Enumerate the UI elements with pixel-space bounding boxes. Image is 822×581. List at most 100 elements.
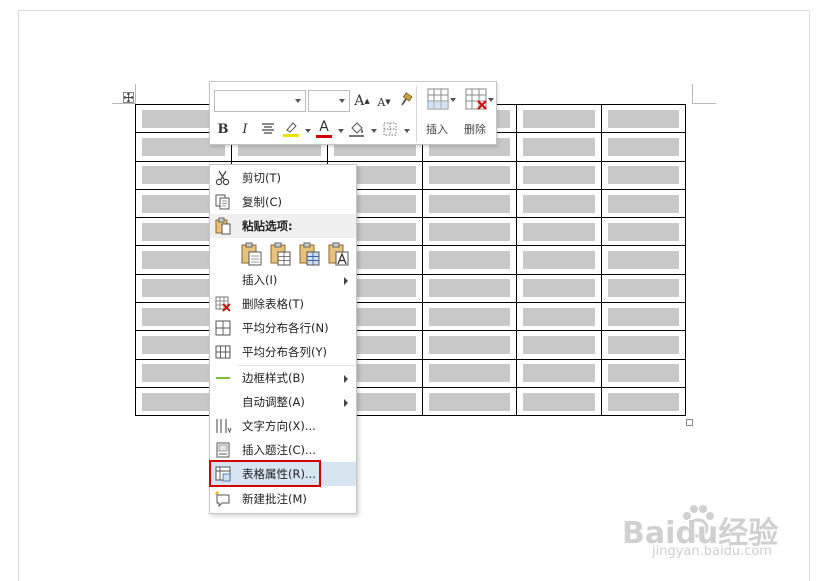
- menu-item-label: 文字方向(X)...: [242, 419, 316, 433]
- cell-shading: [429, 364, 510, 383]
- paste-merge-table-button[interactable]: [298, 241, 322, 267]
- table-cell[interactable]: [516, 330, 602, 360]
- table-cell[interactable]: [422, 302, 517, 332]
- table-cell[interactable]: [601, 160, 686, 190]
- grow-font-button[interactable]: A ▲: [354, 92, 370, 110]
- menu-item-new-comment[interactable]: 新建批注(M): [210, 487, 356, 511]
- cell-shading: [608, 137, 679, 156]
- menu-item-border-styles[interactable]: 边框样式(B): [210, 366, 356, 390]
- cell-shading: [523, 279, 595, 298]
- table-cell[interactable]: [516, 217, 602, 247]
- font-color-icon: A: [319, 119, 329, 135]
- table-cell[interactable]: [601, 273, 686, 304]
- table-cell[interactable]: [422, 217, 517, 247]
- distribute-columns-icon: [215, 345, 231, 359]
- paste-merge-table-icon: [299, 242, 320, 266]
- menu-item-cut[interactable]: 剪切(T): [210, 166, 356, 190]
- menu-item-distribute-rows[interactable]: 平均分布各行(N): [210, 316, 356, 340]
- table-cell[interactable]: [422, 330, 517, 360]
- submenu-arrow-icon: [344, 277, 348, 285]
- table-cell[interactable]: [422, 160, 517, 190]
- table-resize-handle[interactable]: [686, 419, 693, 426]
- table-cell[interactable]: [601, 103, 686, 134]
- cell-shading: [608, 222, 679, 241]
- table-cell[interactable]: [601, 245, 686, 275]
- table-cell[interactable]: [516, 358, 602, 388]
- cell-shading: [429, 392, 510, 411]
- table-cell[interactable]: [516, 273, 602, 304]
- chevron-down-icon[interactable]: [371, 129, 377, 133]
- menu-item-delete-table[interactable]: 删除表格(T): [210, 292, 356, 316]
- table-cell[interactable]: [516, 160, 602, 190]
- cell-shading: [523, 307, 595, 326]
- table-cell[interactable]: [601, 358, 686, 388]
- table-move-handle-icon[interactable]: [123, 92, 134, 103]
- table-cell[interactable]: [422, 188, 517, 219]
- menu-item-copy[interactable]: 复制(C): [210, 190, 356, 214]
- chevron-down-icon[interactable]: [404, 129, 410, 133]
- mini-toolbar: A ▲ A ▼ B I A 插入 删除: [209, 81, 497, 145]
- center-align-icon: [262, 123, 274, 134]
- cell-shading: [608, 392, 679, 411]
- table-cell[interactable]: [422, 358, 517, 388]
- borders-button[interactable]: [382, 120, 398, 138]
- submenu-arrow-icon: [344, 375, 348, 383]
- table-cell[interactable]: [601, 302, 686, 332]
- menu-item-label: 剪切(T): [242, 171, 281, 185]
- paste-icon: [215, 217, 231, 235]
- format-painter-button[interactable]: [396, 91, 414, 109]
- menu-item-distribute-columns[interactable]: 平均分布各列(Y): [210, 340, 356, 364]
- menu-item-text-direction[interactable]: 文字方向(X)...: [210, 414, 356, 438]
- table-cell[interactable]: [422, 273, 517, 304]
- cell-shading: [608, 251, 679, 270]
- watermark-url: jingyan.baidu.com: [652, 544, 772, 559]
- paste-keep-source-button[interactable]: [240, 241, 264, 267]
- table-cell[interactable]: [422, 386, 517, 417]
- cell-shading: [523, 194, 595, 213]
- table-cell[interactable]: [516, 302, 602, 332]
- paste-nest-table-icon: [270, 242, 291, 266]
- cell-shading: [523, 336, 595, 355]
- cell-shading: [429, 251, 510, 270]
- center-align-button[interactable]: [260, 120, 276, 138]
- table-cell[interactable]: [516, 103, 602, 134]
- table-cell[interactable]: [516, 245, 602, 275]
- table-cell[interactable]: [516, 132, 602, 162]
- chevron-down-icon[interactable]: [305, 129, 311, 133]
- shading-button[interactable]: [348, 119, 366, 139]
- shrink-font-icon: A: [377, 95, 386, 109]
- menu-item-insert-caption[interactable]: 插入题注(C)...: [210, 438, 356, 462]
- chevron-down-icon[interactable]: [488, 98, 494, 102]
- table-cell[interactable]: [601, 217, 686, 247]
- font-name-combo[interactable]: [214, 90, 306, 112]
- cell-shading: [429, 166, 510, 185]
- menu-item-autofit[interactable]: 自动调整(A): [210, 390, 356, 414]
- shrink-font-button[interactable]: A ▼: [376, 93, 392, 111]
- italic-icon: I: [242, 121, 248, 137]
- table-cell[interactable]: [422, 245, 517, 275]
- paste-text-only-button[interactable]: [327, 241, 351, 267]
- chevron-down-icon: [339, 99, 345, 103]
- table-cell[interactable]: [516, 386, 602, 417]
- menu-item-insert[interactable]: 插入(I): [210, 268, 356, 292]
- baidu-jingyan-watermark: Baidu经验 jingyan.baidu.com: [622, 505, 782, 568]
- menu-item-label: 粘贴选项:: [242, 219, 293, 233]
- table-cell[interactable]: [601, 188, 686, 219]
- table-cell[interactable]: [601, 386, 686, 417]
- paste-nest-table-button[interactable]: [269, 241, 293, 267]
- chevron-down-icon[interactable]: [338, 129, 344, 133]
- chevron-down-icon: [295, 99, 301, 103]
- italic-button[interactable]: I: [238, 120, 252, 138]
- bold-button[interactable]: B: [216, 120, 230, 138]
- font-size-combo[interactable]: [308, 90, 350, 112]
- highlight-color-button[interactable]: [282, 119, 300, 139]
- chevron-down-icon[interactable]: [450, 98, 456, 102]
- font-color-button[interactable]: A: [316, 119, 332, 139]
- table-cell[interactable]: [516, 188, 602, 219]
- menu-item-label: 删除表格(T): [242, 297, 304, 311]
- bold-icon: B: [217, 121, 229, 137]
- table-cell[interactable]: [601, 330, 686, 360]
- cell-shading: [523, 251, 595, 270]
- table-cell[interactable]: [601, 132, 686, 162]
- paste-text-only-icon: [328, 242, 349, 266]
